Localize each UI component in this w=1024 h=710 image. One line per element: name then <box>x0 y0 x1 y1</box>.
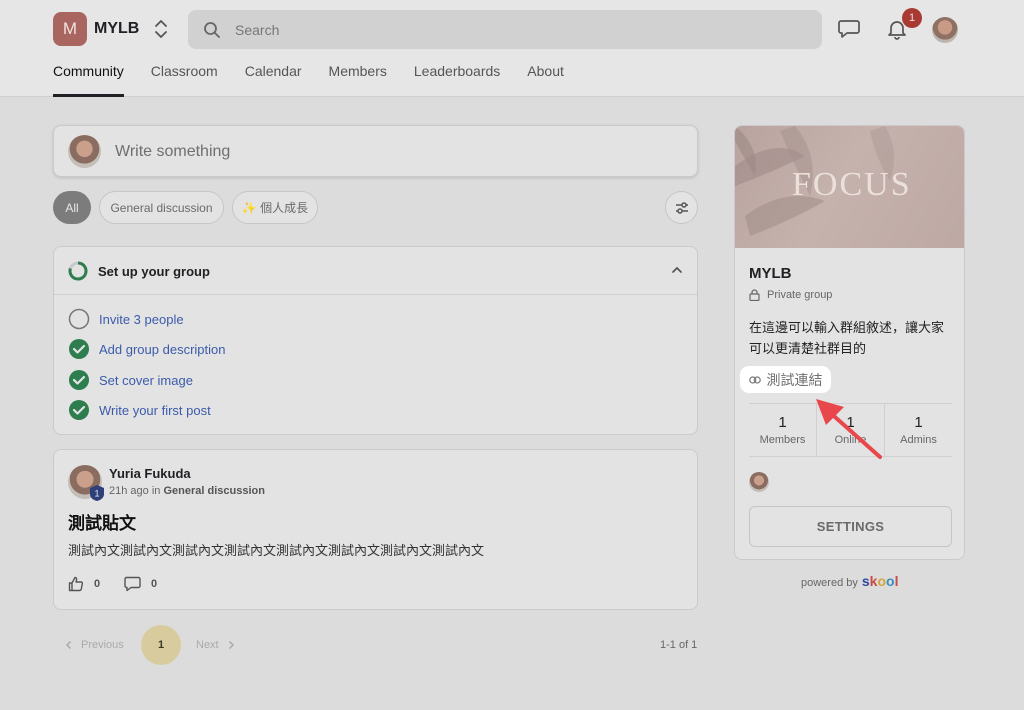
tab-classroom[interactable]: Classroom <box>151 63 218 97</box>
filter-general-discussion[interactable]: General discussion <box>99 191 224 224</box>
chevron-up-icon[interactable] <box>671 264 683 276</box>
lock-icon <box>749 289 760 301</box>
previous-label: Previous <box>81 639 124 651</box>
powered-by[interactable]: powered by skool <box>801 573 898 589</box>
tab-members[interactable]: Members <box>329 63 387 97</box>
previous-page-button[interactable]: Previous <box>64 626 124 664</box>
link-icon <box>748 375 761 384</box>
chevron-right-icon <box>228 640 234 650</box>
task-label: Write your first post <box>99 402 211 418</box>
privacy-status: Private group <box>749 289 832 301</box>
nav-tabs: Community Classroom Calendar Members Lea… <box>53 63 591 97</box>
cover-text: FOCUS <box>792 166 912 203</box>
annotation-arrow <box>816 399 882 459</box>
like-count: 0 <box>94 578 101 590</box>
unchecked-circle-icon <box>68 308 90 330</box>
tab-about[interactable]: About <box>527 63 564 97</box>
task-add-description[interactable]: Add group description <box>68 338 225 360</box>
task-label: Set cover image <box>99 372 193 388</box>
level-number: 1 <box>94 489 99 499</box>
tab-community[interactable]: Community <box>53 63 124 97</box>
notification-badge: 1 <box>902 8 922 28</box>
like-button[interactable]: 0 <box>68 576 100 592</box>
privacy-label: Private group <box>767 289 833 301</box>
task-set-cover[interactable]: Set cover image <box>68 369 193 391</box>
task-invite-people[interactable]: Invite 3 people <box>68 308 184 330</box>
tab-calendar[interactable]: Calendar <box>245 63 302 97</box>
post-body: 測試內文測試內文測試內文測試內文測試內文測試內文測試內文測試內文 <box>68 543 485 558</box>
check-circle-icon <box>69 370 89 390</box>
settings-button[interactable]: SETTINGS <box>749 506 952 547</box>
level-badge-icon: 1 <box>90 485 104 501</box>
comment-count: 0 <box>151 578 158 590</box>
skool-logo: skool <box>861 573 899 589</box>
chevron-left-icon <box>65 640 72 650</box>
search-placeholder: Search <box>235 22 280 38</box>
sliders-icon <box>675 201 688 214</box>
check-circle-icon <box>69 400 89 420</box>
progress-ring-icon <box>68 261 88 281</box>
check-circle-icon <box>69 339 89 359</box>
next-page-button[interactable]: Next <box>196 626 236 664</box>
thumbs-up-icon <box>68 576 84 592</box>
stat-value: 1 <box>914 414 923 431</box>
stat-label: Admins <box>900 434 937 446</box>
comment-button[interactable]: 0 <box>124 576 157 592</box>
filter-all[interactable]: All <box>53 191 91 224</box>
sidebar-group-name: MYLB <box>749 265 792 282</box>
setup-header[interactable]: Set up your group <box>54 247 697 295</box>
group-name[interactable]: MYLB <box>94 20 139 38</box>
post-author[interactable]: Yuria Fukuda <box>109 466 191 481</box>
group-info-card: FOCUS MYLB Private group 在這邊可以輸入群組敘述，讓大家… <box>734 125 965 560</box>
next-label: Next <box>196 639 219 651</box>
cover-image: FOCUS <box>735 126 964 248</box>
composer-placeholder: Write something <box>115 143 231 160</box>
powered-by-label: powered by <box>801 577 858 589</box>
tab-leaderboards[interactable]: Leaderboards <box>414 63 500 97</box>
task-label: Invite 3 people <box>99 311 184 327</box>
group-description: 在這邊可以輸入群組敘述，讓大家可以更清楚社群目的 <box>749 320 945 356</box>
post-title: 測試貼文 <box>68 514 136 533</box>
post-time: 21h ago in <box>109 485 161 497</box>
post-meta: 21h ago in General discussion <box>109 485 265 497</box>
filter-personal-growth[interactable]: ✨ 個人成長 <box>232 191 318 224</box>
top-bar: M MYLB Search 1 Community Classroom Cale… <box>0 0 1024 97</box>
post-category[interactable]: General discussion <box>163 485 264 497</box>
setup-title: Set up your group <box>98 264 210 279</box>
post-composer[interactable]: Write something <box>53 125 698 177</box>
task-first-post[interactable]: Write your first post <box>68 399 211 421</box>
member-avatar[interactable] <box>749 472 769 492</box>
filter-settings-button[interactable] <box>665 191 698 224</box>
user-avatar[interactable] <box>932 17 958 43</box>
group-logo[interactable]: M <box>53 12 87 46</box>
current-page[interactable]: 1 <box>141 625 181 665</box>
post-card[interactable]: 1 Yuria Fukuda 21h ago in General discus… <box>53 449 698 610</box>
task-label: Add group description <box>99 341 226 357</box>
page-range: 1-1 of 1 <box>660 639 698 651</box>
composer-avatar <box>68 135 101 168</box>
chat-icon[interactable] <box>838 19 860 39</box>
group-switcher-icon[interactable] <box>153 19 169 39</box>
search-icon <box>204 22 220 38</box>
search-input[interactable]: Search <box>188 10 822 49</box>
setup-checklist: Set up your group Invite 3 people Add gr… <box>53 246 698 435</box>
stat-admins[interactable]: 1 Admins <box>884 404 952 456</box>
comment-icon <box>124 576 141 592</box>
